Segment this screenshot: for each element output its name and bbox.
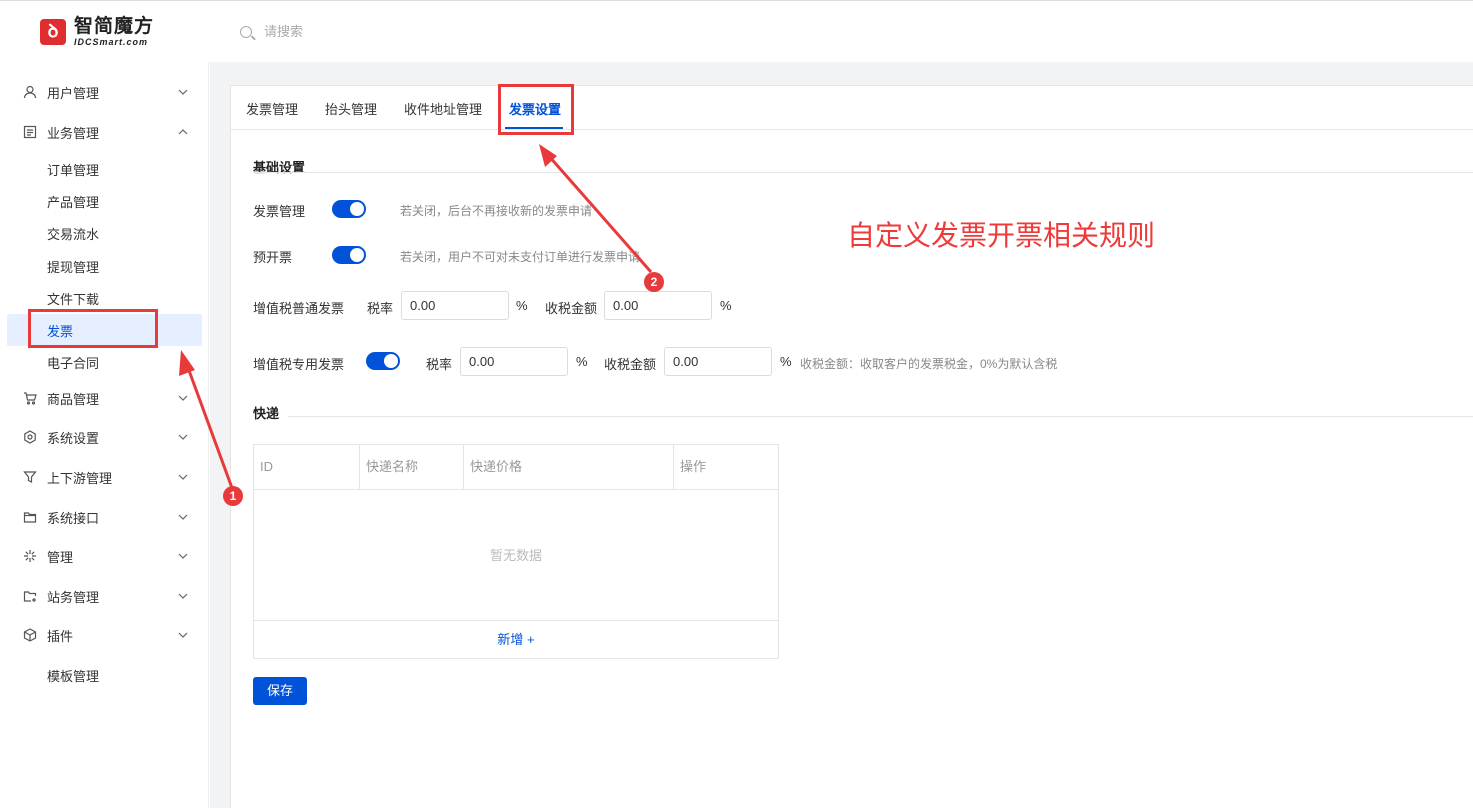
vat-normal-amount-input[interactable] bbox=[604, 291, 712, 320]
pre-invoice-toggle[interactable] bbox=[332, 246, 366, 264]
chevron-up-icon bbox=[178, 129, 188, 135]
filter-icon bbox=[22, 469, 38, 485]
sidebar-item-site-management[interactable]: 站务管理 bbox=[0, 581, 209, 611]
chevron-down-icon bbox=[178, 434, 188, 440]
percent-sign: % bbox=[576, 354, 588, 369]
search-bar bbox=[240, 24, 464, 39]
pre-invoice-hint: 若关闭，用户不可对未支付订单进行发票申请 bbox=[400, 250, 641, 264]
vat-normal-rate-label: 税率 bbox=[367, 301, 394, 316]
vat-special-amount-input[interactable] bbox=[664, 347, 772, 376]
settings-icon bbox=[22, 429, 38, 445]
divider bbox=[254, 489, 778, 490]
vat-special-rate-label: 税率 bbox=[426, 357, 453, 372]
sidebar: 用户管理 业务管理 订单管理 产品管理 交易流水 提现管理 文件下载 发票 电子… bbox=[0, 62, 209, 808]
column-header-price: 快递价格 bbox=[464, 445, 674, 489]
sidebar-item-label: 商品管理 bbox=[47, 391, 100, 407]
tab-bar: 发票管理 抬头管理 收件地址管理 发票设置 bbox=[230, 85, 1473, 130]
chevron-down-icon bbox=[178, 632, 188, 638]
highlight-box-invoice-settings-tab bbox=[498, 84, 574, 135]
chevron-down-icon bbox=[178, 593, 188, 599]
vat-normal-label: 增值税普通发票 bbox=[253, 301, 345, 316]
vat-special-label: 增值税专用发票 bbox=[253, 357, 345, 372]
divider bbox=[253, 172, 1473, 173]
sidebar-item-label: 系统接口 bbox=[47, 510, 100, 526]
cube-icon bbox=[22, 627, 38, 643]
vat-normal-amount-label: 收税金额 bbox=[545, 301, 598, 316]
chevron-down-icon bbox=[178, 553, 188, 559]
express-table: ID 快递名称 快递价格 操作 暂无数据 新增 + bbox=[253, 444, 779, 659]
user-icon bbox=[22, 84, 38, 100]
sidebar-subitem-products[interactable]: 产品管理 bbox=[7, 185, 202, 217]
sidebar-item-plugins[interactable]: 插件 bbox=[0, 620, 209, 650]
tab-invoice-management[interactable]: 发票管理 bbox=[246, 99, 298, 118]
percent-sign: % bbox=[780, 354, 792, 369]
section-title-express: 快递 bbox=[253, 406, 280, 421]
sidebar-item-upstream-downstream[interactable]: 上下游管理 bbox=[0, 462, 209, 492]
column-header-id: ID bbox=[254, 445, 360, 489]
folder-icon bbox=[22, 509, 38, 525]
empty-state: 暂无数据 bbox=[489, 548, 542, 563]
divider bbox=[288, 416, 1473, 417]
highlight-box-invoice-menu bbox=[28, 309, 158, 348]
vat-special-amount-label: 收税金额 bbox=[604, 357, 657, 372]
folder-add-icon bbox=[22, 588, 38, 604]
sidebar-item-goods-management[interactable]: 商品管理 bbox=[0, 383, 209, 413]
section-title-basic: 基础设置 bbox=[253, 160, 306, 175]
chevron-down-icon bbox=[178, 89, 188, 95]
document-icon bbox=[22, 124, 38, 140]
sidebar-item-management[interactable]: 管理 bbox=[0, 541, 209, 571]
logo-name: 智简魔方 bbox=[74, 16, 155, 37]
cart-icon bbox=[22, 390, 38, 406]
chevron-down-icon bbox=[178, 514, 188, 520]
pre-invoice-label: 预开票 bbox=[253, 250, 293, 265]
invoice-management-label: 发票管理 bbox=[253, 204, 306, 219]
top-bar: ꝺ 智简魔方 IDCSmart.com bbox=[0, 0, 1473, 62]
sidebar-item-label: 插件 bbox=[47, 628, 74, 644]
add-express-button[interactable]: 新增 + bbox=[254, 621, 778, 658]
sidebar-subitem-transactions[interactable]: 交易流水 bbox=[7, 217, 202, 249]
annotation-badge-2: 2 bbox=[644, 272, 664, 292]
column-header-actions: 操作 bbox=[680, 459, 707, 474]
tab-title-management[interactable]: 抬头管理 bbox=[325, 99, 377, 118]
invoice-management-hint: 若关闭，后台不再接收新的发票申请 bbox=[400, 204, 593, 218]
vat-special-toggle[interactable] bbox=[366, 352, 400, 370]
sidebar-subitem-withdrawals[interactable]: 提现管理 bbox=[7, 250, 202, 282]
annotation-badge-1: 1 bbox=[223, 486, 243, 506]
percent-sign: % bbox=[516, 298, 528, 313]
tab-address-management[interactable]: 收件地址管理 bbox=[404, 99, 482, 118]
sidebar-item-business-management[interactable]: 业务管理 bbox=[0, 117, 209, 147]
sidebar-item-template-management[interactable]: 模板管理 bbox=[7, 659, 202, 691]
sidebar-subitem-orders[interactable]: 订单管理 bbox=[7, 153, 202, 185]
column-header-name: 快递名称 bbox=[360, 445, 464, 489]
sidebar-item-system-interface[interactable]: 系统接口 bbox=[0, 502, 209, 532]
sidebar-item-label: 业务管理 bbox=[47, 125, 100, 141]
sidebar-item-label: 用户管理 bbox=[47, 85, 100, 101]
invoice-management-toggle[interactable] bbox=[332, 200, 366, 218]
logo-icon: ꝺ bbox=[40, 19, 66, 45]
sidebar-item-user-management[interactable]: 用户管理 bbox=[0, 77, 209, 107]
sidebar-item-label: 站务管理 bbox=[47, 589, 100, 605]
sparkle-icon bbox=[22, 548, 38, 564]
chevron-down-icon bbox=[178, 395, 188, 401]
search-input[interactable] bbox=[264, 24, 464, 39]
logo[interactable]: ꝺ 智简魔方 IDCSmart.com bbox=[40, 17, 154, 47]
chevron-down-icon bbox=[178, 474, 188, 480]
sidebar-item-system-settings[interactable]: 系统设置 bbox=[0, 422, 209, 452]
logo-subtitle: IDCSmart.com bbox=[74, 37, 149, 47]
annotation-callout: 自定义发票开票相关规则 bbox=[847, 219, 1156, 252]
sidebar-item-label: 系统设置 bbox=[47, 430, 100, 446]
search-icon bbox=[240, 25, 252, 38]
sidebar-item-label: 管理 bbox=[47, 549, 74, 565]
sidebar-item-label: 上下游管理 bbox=[47, 470, 113, 486]
vat-normal-rate-input[interactable] bbox=[401, 291, 509, 320]
sidebar-subitem-e-contract[interactable]: 电子合同 bbox=[7, 346, 202, 378]
save-button[interactable]: 保存 bbox=[253, 677, 307, 705]
percent-sign: % bbox=[720, 298, 732, 313]
tax-amount-hint: 收税金额：收取客户的发票税金，0%为默认含税 bbox=[800, 357, 1058, 371]
vat-special-rate-input[interactable] bbox=[460, 347, 568, 376]
